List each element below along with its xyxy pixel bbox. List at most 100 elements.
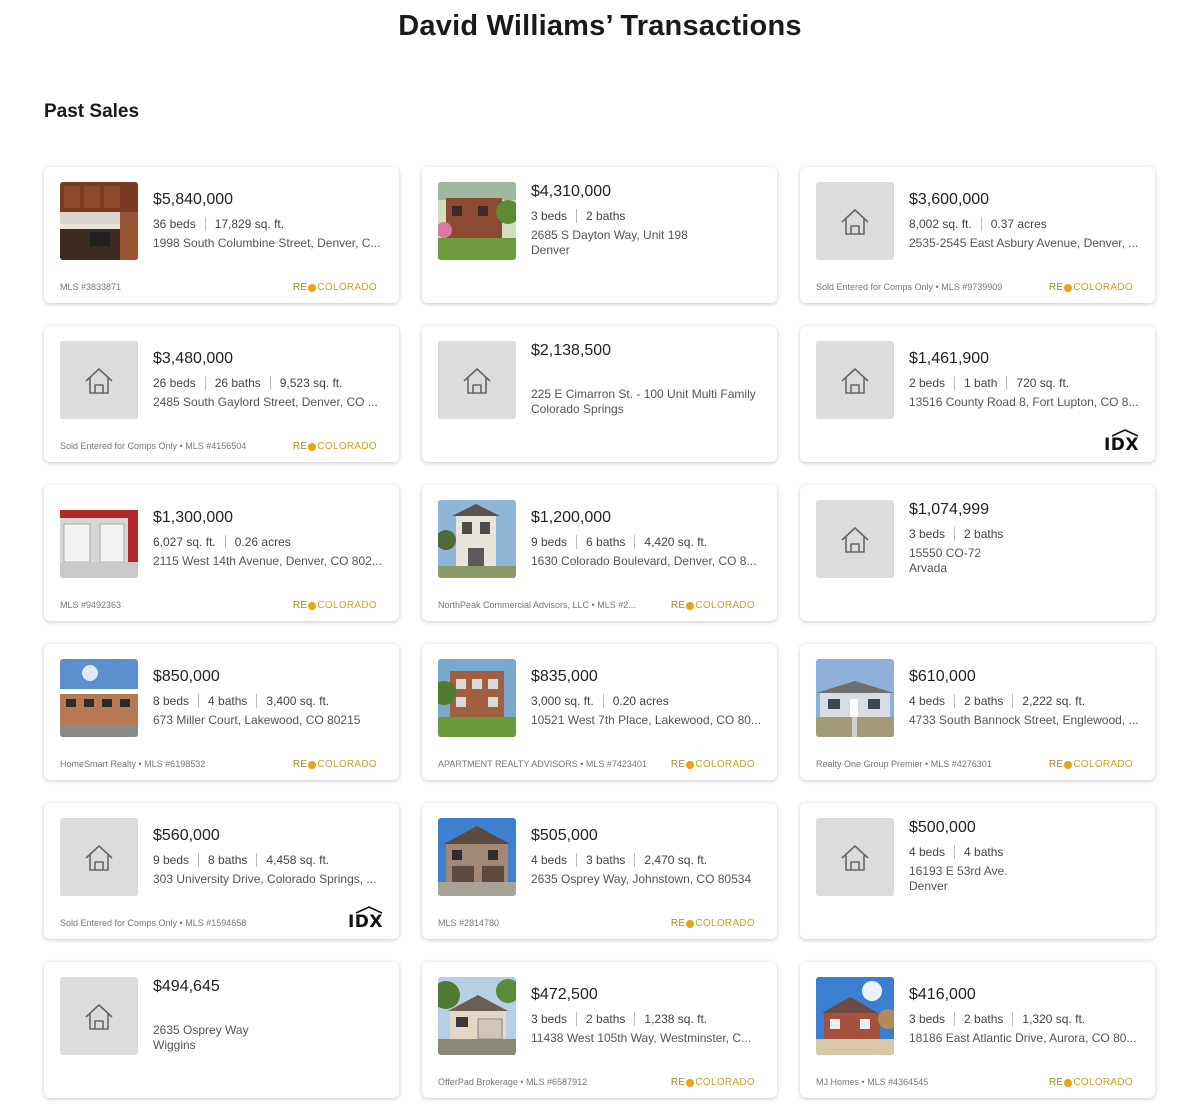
listing-card[interactable]: $560,000 9 beds 8 baths 4,458 sq. ft. 303 Un… (44, 803, 399, 939)
listing-card[interactable]: $472,500 3 beds 2 baths 1,238 sq. ft. 11438 … (422, 962, 777, 1098)
listing-stat: 4 beds (909, 694, 946, 708)
listing-address: 2535-2545 East Asbury Avenue, Denver, ..… (909, 236, 1139, 250)
listing-stats: 9 beds 6 baths 4,420 sq. ft. (531, 534, 763, 550)
listing-stats: 4 beds 3 baths 2,470 sq. ft. (531, 852, 763, 868)
listing-stat: 2 baths (576, 209, 625, 223)
listing-stat: 1 bath (954, 376, 997, 390)
listing-price: $610,000 (909, 668, 976, 685)
listing-address: 303 University Drive, Colorado Springs, … (153, 872, 377, 886)
listing-city: Denver (531, 243, 570, 257)
listing-card[interactable]: $494,645 2635 Osprey Way Wiggins (44, 962, 399, 1098)
listing-card[interactable]: $505,000 4 beds 3 baths 2,470 sq. ft. 2635 O… (422, 803, 777, 939)
listing-info: $1,461,900 2 beds 1 bath 720 sq. ft. 13516 C… (909, 350, 1141, 410)
listing-card[interactable]: $3,480,000 26 beds 26 baths 9,523 sq. ft. 24… (44, 326, 399, 462)
listing-address: 11438 West 105th Way, Westminster, C... (531, 1031, 752, 1045)
listing-info: $500,000 4 beds 4 baths 16193 E 53rd Ave. De… (909, 819, 1141, 894)
listing-price: $416,000 (909, 986, 976, 1003)
listing-stat: 2 baths (576, 1012, 625, 1026)
listing-stats: 2 beds 1 bath 720 sq. ft. (909, 375, 1141, 391)
listing-stat: 3,400 sq. ft. (256, 694, 329, 708)
listing-stat: 4,420 sq. ft. (634, 535, 707, 549)
listing-card[interactable]: $1,461,900 2 beds 1 bath 720 sq. ft. 13516 C… (800, 326, 1155, 462)
listing-stat: 9 beds (153, 853, 190, 867)
listing-price: $1,461,900 (909, 350, 990, 367)
re-colorado-logo: RE COLORADO (292, 600, 377, 611)
listing-stat: 720 sq. ft. (1006, 376, 1069, 390)
listing-card[interactable]: $5,840,000 36 beds 17,829 sq. ft. 1998 Sout… (44, 167, 399, 303)
section-title: Past Sales (44, 101, 140, 122)
listing-mls: HomeSmart Realty • MLS #6198532 (60, 759, 206, 769)
listing-card[interactable]: $3,600,000 8,002 sq. ft. 0.37 acres 2535-25… (800, 167, 1155, 303)
re-colorado-logo: RE COLORADO (292, 441, 377, 452)
listing-photo (816, 977, 894, 1055)
listing-photo (438, 500, 516, 578)
listing-photo (60, 500, 138, 578)
listing-stat: 4 baths (198, 694, 247, 708)
listing-stat: 0.37 acres (980, 217, 1047, 231)
listing-stats: 3 beds 2 baths 1,238 sq. ft. (531, 1011, 763, 1027)
listing-stat: 0.20 acres (602, 694, 669, 708)
listing-card[interactable]: $416,000 3 beds 2 baths 1,320 sq. ft. 18186 … (800, 962, 1155, 1098)
listing-info: $494,645 2635 Osprey Way Wiggins (153, 978, 385, 1053)
listing-price: $5,840,000 (153, 191, 234, 208)
listing-card[interactable]: $2,138,500 225 E Cimarron St. - 100 Unit … (422, 326, 777, 462)
listing-stats: 3 beds 2 baths (531, 208, 763, 224)
listing-stats: 3 beds 2 baths 1,320 sq. ft. (909, 1011, 1141, 1027)
listing-stat: 2 baths (954, 1012, 1003, 1026)
listing-stat: 3 beds (909, 1012, 946, 1026)
listing-address: 2115 West 14th Avenue, Denver, CO 802... (153, 554, 382, 568)
listing-price: $2,138,500 (531, 342, 612, 359)
idx-logo: IDX (348, 906, 383, 932)
listing-price: $505,000 (531, 827, 598, 844)
re-colorado-logo: RE COLORADO (670, 759, 755, 770)
listing-address: 4733 South Bannock Street, Englewood, ..… (909, 713, 1139, 727)
listing-price: $560,000 (153, 827, 220, 844)
listing-stat: 26 baths (204, 376, 261, 390)
listing-address: 15550 CO-72 (909, 546, 982, 560)
listing-card[interactable]: $850,000 8 beds 4 baths 3,400 sq. ft. 673 Mi… (44, 644, 399, 780)
listing-address: 13516 County Road 8, Fort Lupton, CO 8..… (909, 395, 1139, 409)
re-colorado-logo: RE COLORADO (292, 282, 377, 293)
listing-info: $835,000 3,000 sq. ft. 0.20 acres 10521 Wes… (531, 668, 763, 728)
listing-info: $1,074,999 3 beds 2 baths 15550 CO-72 Arvada (909, 501, 1141, 576)
listing-address: 2635 Osprey Way (153, 1023, 249, 1037)
re-colorado-logo: RE COLORADO (670, 918, 755, 929)
listing-stat: 4,458 sq. ft. (256, 853, 329, 867)
listing-info: $416,000 3 beds 2 baths 1,320 sq. ft. 18186 … (909, 986, 1141, 1046)
home-placeholder-icon (816, 341, 894, 419)
listing-stat: 4 beds (909, 845, 946, 859)
listing-card[interactable]: $500,000 4 beds 4 baths 16193 E 53rd Ave. De… (800, 803, 1155, 939)
listing-card[interactable]: $610,000 4 beds 2 baths 2,222 sq. ft. 4733 S… (800, 644, 1155, 780)
listing-city: Colorado Springs (531, 402, 624, 416)
listing-mls: MLS #2814780 (438, 918, 500, 928)
listing-stats (153, 1003, 385, 1019)
listing-stat: 1,238 sq. ft. (634, 1012, 707, 1026)
listing-price: $500,000 (909, 819, 976, 836)
listing-info: $1,300,000 6,027 sq. ft. 0.26 acres 2115 We… (153, 509, 385, 569)
listing-price: $472,500 (531, 986, 598, 1003)
listing-card[interactable]: $1,200,000 9 beds 6 baths 4,420 sq. ft. 1630… (422, 485, 777, 621)
home-placeholder-icon (816, 818, 894, 896)
listing-card[interactable]: $1,300,000 6,027 sq. ft. 0.26 acres 2115 We… (44, 485, 399, 621)
listing-address: 673 Miller Court, Lakewood, CO 80215 (153, 713, 361, 727)
listing-address: 2635 Osprey Way, Johnstown, CO 80534 (531, 872, 752, 886)
listing-stats: 3,000 sq. ft. 0.20 acres (531, 693, 763, 709)
home-placeholder-icon (60, 341, 138, 419)
listing-address: 10521 West 7th Place, Lakewood, CO 80... (531, 713, 761, 727)
listing-stat: 8 beds (153, 694, 190, 708)
listing-photo (438, 977, 516, 1055)
listing-price: $850,000 (153, 668, 220, 685)
listing-stats: 26 beds 26 baths 9,523 sq. ft. (153, 375, 385, 391)
listing-card[interactable]: $1,074,999 3 beds 2 baths 15550 CO-72 Arvada (800, 485, 1155, 621)
listing-grid: $5,840,000 36 beds 17,829 sq. ft. 1998 Sout… (44, 167, 1155, 1098)
listing-photo (438, 818, 516, 896)
home-placeholder-icon (60, 818, 138, 896)
listing-info: $850,000 8 beds 4 baths 3,400 sq. ft. 673 Mi… (153, 668, 385, 728)
listing-info: $472,500 3 beds 2 baths 1,238 sq. ft. 11438 … (531, 986, 763, 1046)
listing-mls: MLS #3833871 (60, 282, 122, 292)
listing-stats: 8,002 sq. ft. 0.37 acres (909, 216, 1141, 232)
listing-card[interactable]: $835,000 3,000 sq. ft. 0.20 acres 10521 Wes… (422, 644, 777, 780)
listing-city: Arvada (909, 561, 948, 575)
listing-photo (438, 182, 516, 260)
listing-card[interactable]: $4,310,000 3 beds 2 baths 2685 S Dayton Way… (422, 167, 777, 303)
